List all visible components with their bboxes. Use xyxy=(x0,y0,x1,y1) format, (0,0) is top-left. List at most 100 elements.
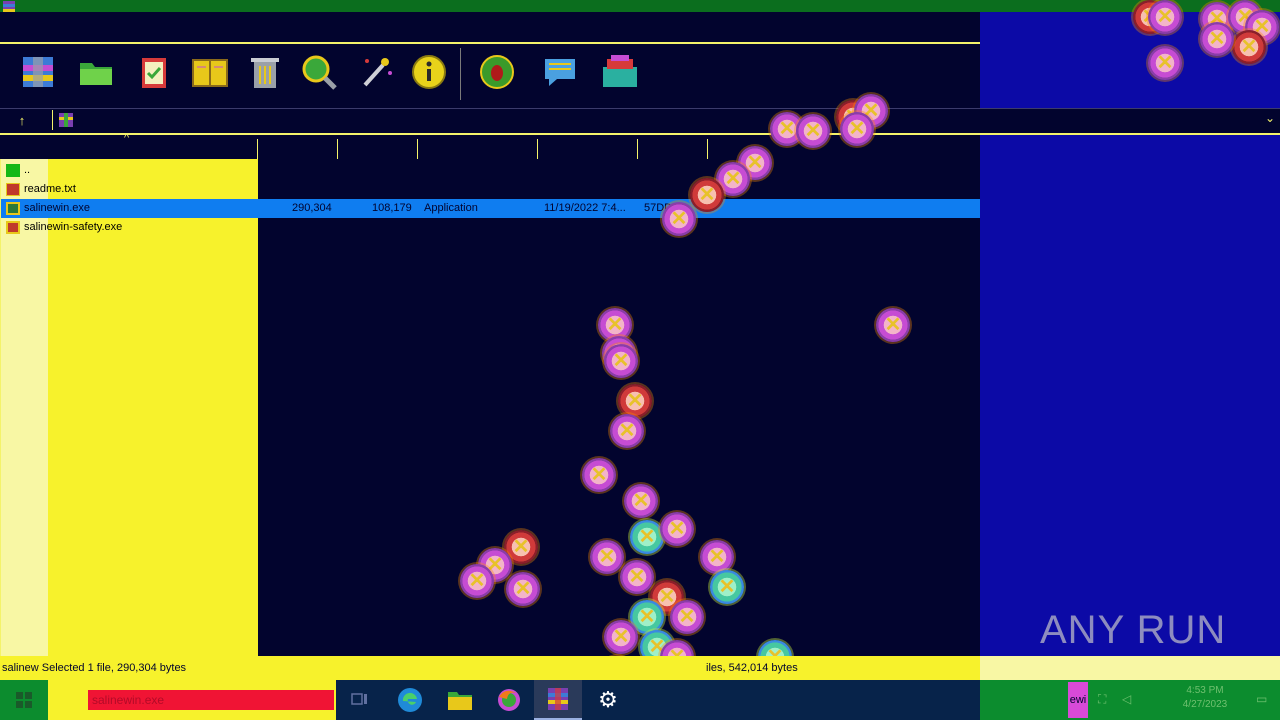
error-x-icon xyxy=(840,112,874,146)
sort-ascending-icon[interactable]: ^ xyxy=(124,132,129,144)
file-type: Application xyxy=(424,202,478,214)
settings-button[interactable]: ⚙ xyxy=(584,680,632,720)
column-divider[interactable] xyxy=(707,139,708,161)
error-x-icon xyxy=(604,344,638,378)
up-arrow-icon[interactable]: ↑ xyxy=(14,113,30,129)
error-x-icon xyxy=(1148,0,1182,34)
info-icon xyxy=(412,55,446,89)
address-bar: ↑ ⌄ xyxy=(0,108,1280,135)
file-row[interactable]: readme.txt xyxy=(0,180,980,199)
tray-clock[interactable]: 4:53 PM 4/27/2023 xyxy=(1160,684,1250,712)
error-x-icon xyxy=(796,114,830,148)
error-x-icon xyxy=(582,458,616,492)
file-packed-size: 108,179 xyxy=(372,202,412,214)
clock-date: 4/27/2023 xyxy=(1182,699,1228,710)
file-name: salinewin-safety.exe xyxy=(24,221,123,233)
title-bar xyxy=(0,0,1280,15)
comment-button[interactable] xyxy=(538,50,582,94)
gear-icon: ⚙ xyxy=(598,687,618,712)
magic-wand-icon xyxy=(363,58,392,87)
error-x-icon xyxy=(662,202,696,236)
volume-icon[interactable]: ◁ xyxy=(1122,692,1131,706)
task-view-icon xyxy=(351,693,367,705)
info-button[interactable] xyxy=(407,50,451,94)
status-selection-text: salinew Selected 1 file, 290,304 bytes xyxy=(2,662,187,674)
error-x-icon xyxy=(1148,46,1182,80)
winrar-icon xyxy=(548,688,568,710)
error-x-icon xyxy=(1200,22,1234,56)
taskbar-search[interactable]: salinewin.exe xyxy=(48,680,336,720)
add-archive-icon xyxy=(23,57,53,87)
toolbar-separator xyxy=(460,48,461,100)
magnifier-icon xyxy=(302,55,337,90)
network-icon[interactable]: ⛶ xyxy=(1098,692,1106,707)
edge-button[interactable] xyxy=(386,680,434,720)
column-divider[interactable] xyxy=(337,139,338,161)
error-x-icon xyxy=(610,414,644,448)
winrar-button[interactable] xyxy=(534,680,582,720)
find-button[interactable] xyxy=(297,50,341,94)
view-button[interactable] xyxy=(188,50,232,94)
task-view-button[interactable] xyxy=(336,680,384,720)
address-field[interactable]: ⌄ xyxy=(52,110,1279,130)
edge-icon xyxy=(398,688,422,712)
book-view-icon xyxy=(192,59,228,87)
trash-icon xyxy=(251,58,279,88)
delete-button[interactable] xyxy=(243,50,287,94)
notification-icon[interactable]: ▭ xyxy=(1256,692,1267,706)
status-bar-right xyxy=(980,656,1280,680)
wizard-button[interactable] xyxy=(354,50,398,94)
column-divider[interactable] xyxy=(257,139,258,161)
folder-icon xyxy=(448,692,472,710)
archive-path-icon xyxy=(59,113,73,127)
firefox-button[interactable] xyxy=(485,680,533,720)
firefox-icon xyxy=(498,689,520,711)
start-button[interactable] xyxy=(0,680,48,720)
column-divider[interactable] xyxy=(537,139,538,161)
clock-time: 4:53 PM xyxy=(1186,685,1224,696)
shield-bug-icon xyxy=(480,55,514,89)
column-divider[interactable] xyxy=(637,139,638,161)
file-modified: 11/19/2022 7:4... xyxy=(544,202,626,214)
text-file-icon xyxy=(6,183,20,196)
language-indicator[interactable]: ewi xyxy=(1068,682,1088,718)
sfx-button[interactable] xyxy=(598,50,642,94)
error-x-icon xyxy=(624,484,658,518)
anyrun-watermark: ANY RUN xyxy=(1040,608,1227,652)
file-name: readme.txt xyxy=(24,183,76,195)
exe-file-icon xyxy=(6,221,20,234)
error-x-icon xyxy=(1232,30,1266,64)
error-x-icon xyxy=(700,540,734,574)
extract-to-button[interactable] xyxy=(74,50,118,94)
status-bar: salinew Selected 1 file, 290,304 bytes i… xyxy=(0,656,1280,680)
error-x-icon xyxy=(630,520,664,554)
file-name: .. xyxy=(24,164,31,176)
toolbar xyxy=(0,42,980,108)
file-row[interactable]: salinewin-safety.exe xyxy=(0,218,980,237)
status-total-text: iles, 542,014 bytes xyxy=(706,662,798,674)
add-button[interactable] xyxy=(16,50,60,94)
error-x-icon xyxy=(660,512,694,546)
windows-logo-icon xyxy=(16,692,32,708)
chevron-down-icon[interactable]: ⌄ xyxy=(1265,111,1275,125)
clipboard-check-icon xyxy=(142,58,166,88)
search-input[interactable]: salinewin.exe xyxy=(88,690,334,710)
error-x-icon xyxy=(506,572,540,606)
error-x-icon xyxy=(460,564,494,598)
error-x-icon xyxy=(876,308,910,342)
sfx-archive-icon xyxy=(603,55,637,87)
error-x-icon xyxy=(618,384,652,418)
test-button[interactable] xyxy=(132,50,176,94)
error-x-icon xyxy=(590,540,624,574)
taskbar: salinewin.exe ⚙ ewi ⛶ ◁ 4:53 PM 4/27/202… xyxy=(0,680,1280,720)
file-row-selected[interactable]: salinewin.exe 290,304 108,179 Applicatio… xyxy=(0,199,980,218)
file-row-parent[interactable]: .. xyxy=(0,161,980,180)
virus-scan-button[interactable] xyxy=(475,50,519,94)
column-divider[interactable] xyxy=(417,139,418,161)
list-border xyxy=(0,159,1,656)
error-x-icon xyxy=(710,570,744,604)
file-explorer-button[interactable] xyxy=(436,680,484,720)
error-x-icon xyxy=(604,620,638,654)
error-x-icon xyxy=(620,560,654,594)
system-tray: ewi ⛶ ◁ 4:53 PM 4/27/2023 ▭ xyxy=(980,680,1280,720)
